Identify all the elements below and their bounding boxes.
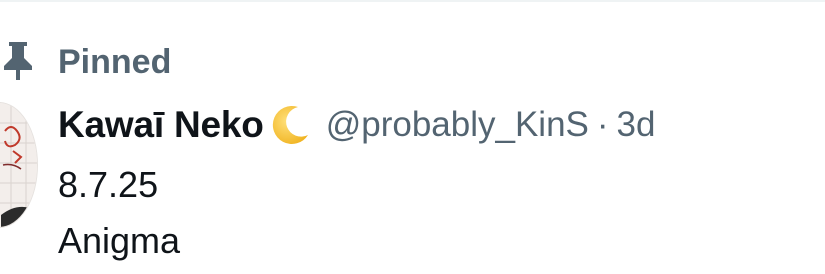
tweet-text-line: 8.7.25: [58, 164, 159, 205]
pinned-label: Pinned: [58, 43, 172, 81]
tweet-text-line: Anigma: [58, 220, 181, 261]
avatar[interactable]: [0, 102, 38, 228]
timestamp[interactable]: 3d: [617, 103, 656, 147]
crescent-moon-icon: [268, 104, 310, 146]
pin-icon: [0, 42, 36, 80]
user-handle[interactable]: @probably_KinS: [326, 103, 589, 147]
separator-dot: ·: [596, 105, 609, 144]
tweet-header: Kawaī Neko @probably_KinS · 3d: [58, 102, 655, 148]
pinned-tweet[interactable]: Pinned Kawaī Neko @probably_KinS · 3d 8.…: [0, 0, 825, 274]
display-name[interactable]: Kawaī Neko: [58, 103, 264, 147]
